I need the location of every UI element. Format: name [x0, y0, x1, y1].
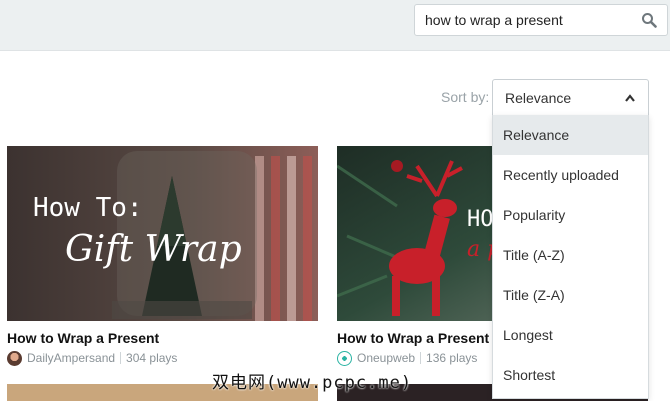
- thumbnail-text-line1: HO: [467, 207, 494, 232]
- sort-option-longest[interactable]: Longest: [493, 315, 648, 355]
- video-author[interactable]: Oneupweb: [357, 351, 415, 365]
- sort-option-title-az[interactable]: Title (A-Z): [493, 235, 648, 275]
- video-thumbnail[interactable]: How To: Gift Wrap: [7, 146, 318, 321]
- sort-option-title-za[interactable]: Title (Z-A): [493, 275, 648, 315]
- sort-option-shortest[interactable]: Shortest: [493, 355, 648, 395]
- meta-divider: [420, 352, 422, 364]
- chevron-up-icon: [625, 94, 635, 102]
- video-plays: 136 plays: [426, 351, 478, 365]
- search-icon[interactable]: [641, 12, 657, 28]
- sort-selected-value: Relevance: [505, 90, 572, 106]
- top-bar: [0, 0, 670, 51]
- video-title[interactable]: How to Wrap a Present: [7, 330, 159, 346]
- sort-option-recently-uploaded[interactable]: Recently uploaded: [493, 155, 648, 195]
- video-author[interactable]: DailyAmpersand: [27, 351, 115, 365]
- sort-by-label: Sort by:: [441, 89, 490, 105]
- sort-options-menu: Relevance Recently uploaded Popularity T…: [492, 115, 649, 399]
- search-input[interactable]: [425, 5, 635, 35]
- video-title[interactable]: How to Wrap a Present I: [337, 330, 497, 346]
- author-avatar: [7, 350, 22, 366]
- video-meta: Oneupweb 136 plays: [337, 350, 477, 366]
- sort-option-popularity[interactable]: Popularity: [493, 195, 648, 235]
- thumbnail-text-line1: How To:: [33, 193, 143, 223]
- meta-divider: [120, 352, 122, 364]
- video-meta: DailyAmpersand 304 plays: [7, 350, 177, 366]
- video-plays: 304 plays: [126, 351, 178, 365]
- sort-option-relevance[interactable]: Relevance: [493, 115, 648, 155]
- search-box[interactable]: [414, 4, 668, 36]
- sort-dropdown[interactable]: Relevance: [492, 79, 649, 116]
- watermark-text: 双电网(www.pcpc.me): [212, 373, 413, 393]
- tree-logo-icon: [337, 350, 352, 366]
- thumbnail-text-line2: Gift Wrap: [65, 229, 242, 270]
